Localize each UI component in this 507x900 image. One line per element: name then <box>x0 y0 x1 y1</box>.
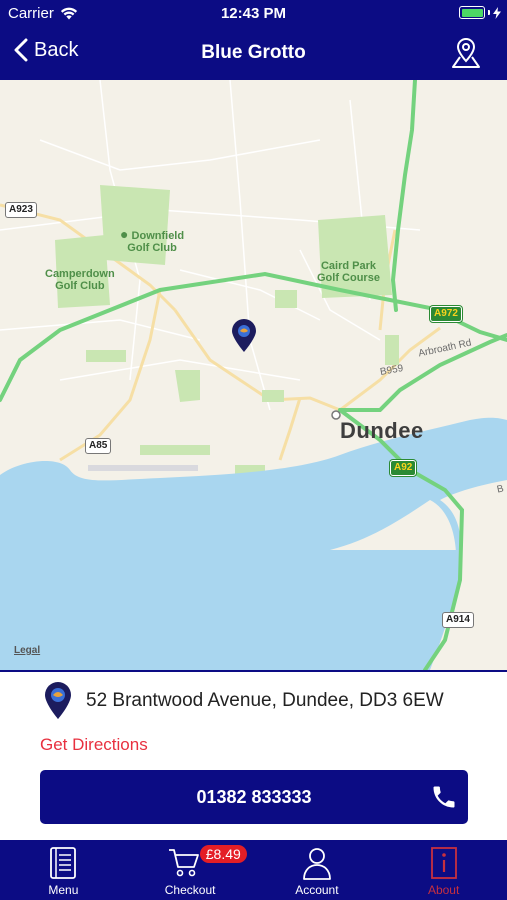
road-shield-a92: A92 <box>390 460 417 476</box>
menu-book-icon <box>50 847 77 879</box>
info-panel: 52 Brantwood Avenue, Dundee, DD3 6EW Get… <box>0 670 507 840</box>
map-pin-icon <box>452 38 480 68</box>
road-shield-a923: A923 <box>5 202 37 218</box>
road-shield-a914: A914 <box>442 612 474 628</box>
map-city-label: Dundee <box>340 418 424 443</box>
tab-about-label: About <box>427 883 460 897</box>
tab-about[interactable]: About <box>380 840 507 900</box>
charging-bolt-icon <box>493 6 501 19</box>
map-canvas <box>0 80 507 670</box>
phone-icon <box>433 786 455 808</box>
map-legal-link[interactable]: Legal <box>14 645 40 656</box>
map-location-button[interactable] <box>451 37 481 74</box>
tab-menu-label: Menu <box>48 883 79 897</box>
address-text: 52 Brantwood Avenue, Dundee, DD3 6EW <box>86 690 444 711</box>
map-place-camperdown: Camperdown Golf Club <box>45 268 115 292</box>
page-title: Blue Grotto <box>201 42 306 63</box>
map-place-caird-park: Caird Park Golf Course <box>317 260 380 284</box>
cart-icon <box>168 849 199 877</box>
navigation-bar: Back Blue Grotto <box>0 28 507 80</box>
road-shield-a972: A972 <box>430 306 462 322</box>
person-icon <box>302 848 331 880</box>
battery-icon <box>459 6 501 19</box>
status-time: 12:43 PM <box>220 5 287 22</box>
info-icon <box>430 847 457 879</box>
tab-bar: Menu £8.49 Checkout Account About <box>0 840 507 900</box>
tab-checkout[interactable]: £8.49 Checkout <box>127 840 254 900</box>
tab-account-label: Account <box>295 883 339 897</box>
tab-checkout-label: Checkout <box>164 883 216 897</box>
tab-menu[interactable]: Menu <box>0 840 127 900</box>
call-button[interactable]: 01382 833333 <box>40 770 468 824</box>
status-bar: Carrier 12:43 PM <box>0 0 507 28</box>
tab-account[interactable]: Account <box>254 840 381 900</box>
map-view[interactable]: ● Downfield Golf Club Camperdown Golf Cl… <box>0 80 507 670</box>
road-shield-a85: A85 <box>85 438 112 454</box>
location-pin-icon <box>45 682 71 719</box>
get-directions-link[interactable]: Get Directions <box>40 735 148 755</box>
address-row: 52 Brantwood Avenue, Dundee, DD3 6EW <box>44 682 444 720</box>
map-place-downfield: ● Downfield Golf Club <box>120 226 185 254</box>
phone-number: 01382 833333 <box>196 787 312 807</box>
cart-total-badge: £8.49 <box>199 845 247 863</box>
